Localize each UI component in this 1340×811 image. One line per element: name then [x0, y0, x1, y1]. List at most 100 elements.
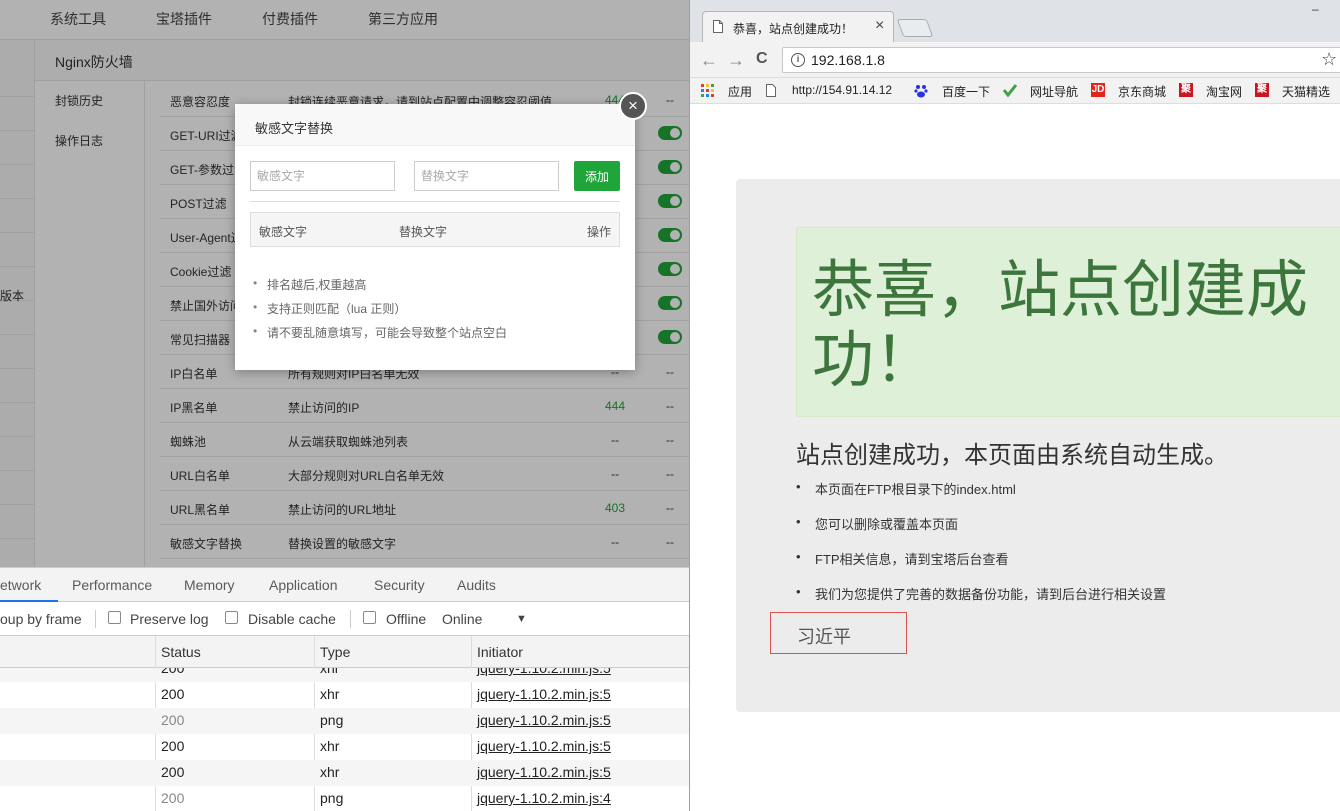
apps-icon[interactable] [701, 84, 715, 98]
request-status: 200 [161, 738, 185, 754]
request-type: xhr [320, 738, 340, 754]
tab-network[interactable]: etwork [0, 577, 41, 593]
request-status: 200 [161, 668, 185, 676]
replacement-text-input[interactable] [414, 161, 559, 191]
request-initiator-link[interactable]: jquery-1.10.2.min.js:4 [477, 790, 611, 806]
preserve-log-label[interactable]: Preserve log [130, 611, 209, 627]
note-item: 支持正则匹配（lua 正则） [253, 300, 623, 324]
request-type: png [320, 790, 344, 806]
request-status: 200 [161, 790, 185, 806]
request-type: xhr [320, 686, 340, 702]
back-icon[interactable]: ← [700, 50, 718, 71]
tab-performance[interactable]: Performance [72, 577, 152, 593]
devtools-tabs: etwork Performance Memory Application Se… [0, 568, 689, 602]
new-tab-button[interactable] [896, 19, 934, 37]
disable-cache-label[interactable]: Disable cache [248, 611, 336, 627]
network-row[interactable]: 200 xhr jquery-1.10.2.min.js:5 [0, 734, 689, 760]
request-initiator-link[interactable]: jquery-1.10.2.min.js:5 [477, 686, 611, 702]
modal-title: 敏感文字替换 [255, 121, 334, 136]
network-row[interactable]: 200 xhr jquery-1.10.2.min.js:5 [0, 760, 689, 786]
tab-strip: 恭喜，站点创建成功！ × – [690, 0, 1340, 42]
modal-table-header: 敏感文字 替换文字 操作 [250, 212, 620, 247]
reload-icon[interactable]: C [756, 50, 768, 68]
devtools-panel: etwork Performance Memory Application Se… [0, 567, 689, 811]
network-row[interactable]: 200 png jquery-1.10.2.min.js:4 [0, 786, 689, 811]
network-rows: 200 xhr jquery-1.10.2.min.js:5 200 xhr jquery… [0, 668, 689, 811]
minimize-icon[interactable]: – [1312, 2, 1319, 16]
network-row[interactable]: 200 xhr jquery-1.10.2.min.js:5 [0, 668, 689, 682]
page-content: 恭喜，站点创建成功！ 站点创建成功，本页面由系统自动生成。 本页面在FTP根目录… [690, 104, 1340, 811]
request-status: 200 [161, 764, 185, 780]
content-container: 恭喜，站点创建成功！ 站点创建成功，本页面由系统自动生成。 本页面在FTP根目录… [736, 179, 1340, 712]
bookmarks-bar: 应用 http://154.91.14.12 百度一下 网址导航 JD 京东商城… [690, 78, 1340, 104]
bookmark-hao123[interactable]: 网址导航 [1030, 83, 1078, 100]
tab-application[interactable]: Application [269, 577, 338, 593]
preserve-log-checkbox[interactable] [108, 611, 121, 624]
browser-window: 恭喜，站点创建成功！ × – ← → C i 192.168.1.8 ☆ 应用 [690, 0, 1340, 811]
divider [250, 201, 620, 202]
request-status: 200 [161, 686, 185, 702]
modal-notes: 排名越后,权重越高 支持正则匹配（lua 正则） 请不要乱随意填写，可能会导致整… [253, 276, 623, 348]
text-box[interactable]: 习近平 [770, 612, 907, 654]
modal-title-bar: 敏感文字替换 [235, 104, 635, 146]
info-icon[interactable]: i [791, 53, 805, 67]
devtools-toolbar: oup by frame Preserve log Disable cache … [0, 602, 689, 636]
tab-security[interactable]: Security [374, 577, 425, 593]
column-status[interactable]: Status [161, 644, 201, 660]
browser-tab[interactable]: 恭喜，站点创建成功！ × [702, 11, 894, 42]
bookmark-apps[interactable]: 应用 [728, 83, 752, 100]
note-item: 排名越后,权重越高 [253, 276, 623, 300]
tab-audits[interactable]: Audits [457, 577, 496, 593]
sensitive-text-input[interactable] [250, 161, 395, 191]
info-list: 本页面在FTP根目录下的index.html 您可以删除或覆盖本页面 FTP相关… [796, 479, 1296, 619]
close-icon[interactable]: × [875, 17, 884, 35]
url-text[interactable]: 192.168.1.8 [811, 52, 885, 68]
juhuasuan-icon: 聚 [1255, 83, 1269, 97]
success-banner: 恭喜，站点创建成功！ [796, 227, 1340, 417]
disable-cache-checkbox[interactable] [225, 611, 238, 624]
offline-checkbox[interactable] [363, 611, 376, 624]
request-initiator-link[interactable]: jquery-1.10.2.min.js:5 [477, 738, 611, 754]
column-header-action: 操作 [587, 225, 612, 239]
screen: 系统工具 宝塔插件 付费插件 第三方应用 版本 Nginx防火墙 封锁历史 操作… [0, 0, 1340, 811]
network-row[interactable]: 200 png jquery-1.10.2.min.js:5 [0, 708, 689, 734]
tab-title: 恭喜，站点创建成功！ [733, 22, 854, 36]
bookmark-taobao[interactable]: 淘宝网 [1206, 83, 1242, 100]
request-initiator-link[interactable]: jquery-1.10.2.min.js:5 [477, 668, 611, 676]
column-initiator[interactable]: Initiator [477, 644, 523, 660]
request-initiator-link[interactable]: jquery-1.10.2.min.js:5 [477, 712, 611, 728]
column-type[interactable]: Type [320, 644, 350, 660]
offline-label[interactable]: Offline [386, 611, 426, 627]
close-icon[interactable]: × [619, 92, 647, 120]
request-initiator-link[interactable]: jquery-1.10.2.min.js:5 [477, 764, 611, 780]
request-type: png [320, 712, 344, 728]
throttle-select[interactable]: Online [442, 611, 482, 627]
list-item: 本页面在FTP根目录下的index.html [796, 479, 1296, 514]
hero-title: 恭喜，站点创建成功！ [812, 256, 1309, 395]
hao-icon [1002, 84, 1018, 98]
star-icon[interactable]: ☆ [1321, 49, 1337, 70]
address-bar: ← → C i 192.168.1.8 ☆ [690, 42, 1340, 78]
note-item: 请不要乱随意填写，可能会导致整个站点空白 [253, 324, 623, 348]
bt-panel: 系统工具 宝塔插件 付费插件 第三方应用 版本 Nginx防火墙 封锁历史 操作… [0, 0, 689, 811]
url-input[interactable]: i 192.168.1.8 ☆ [782, 47, 1340, 73]
juhuasuan-icon: 聚 [1179, 83, 1193, 97]
text-box-value: 习近平 [797, 627, 851, 647]
chevron-down-icon[interactable]: ▼ [516, 613, 527, 625]
page-icon [713, 20, 723, 33]
column-header-replacement: 替换文字 [399, 225, 448, 239]
list-item: 您可以删除或覆盖本页面 [796, 514, 1296, 549]
tab-memory[interactable]: Memory [184, 577, 235, 593]
network-row[interactable]: 200 xhr jquery-1.10.2.min.js:5 [0, 682, 689, 708]
bookmark-jd[interactable]: 京东商城 [1118, 83, 1166, 100]
subtitle: 站点创建成功，本页面由系统自动生成。 [796, 442, 1228, 469]
baidu-icon [914, 85, 928, 98]
add-button[interactable]: 添加 [574, 161, 620, 191]
sensitive-text-modal: 敏感文字替换 添加 敏感文字 替换文字 操作 排名越后,权重越高 支持正则匹配（… [235, 104, 635, 370]
forward-icon[interactable]: → [727, 50, 745, 71]
group-by-frame-label[interactable]: oup by frame [0, 611, 82, 627]
bookmark-tmall[interactable]: 天猫精选 [1282, 83, 1330, 100]
request-type: xhr [320, 764, 340, 780]
bookmark-ip[interactable]: http://154.91.14.12 [792, 83, 900, 97]
bookmark-baidu[interactable]: 百度一下 [942, 83, 990, 100]
